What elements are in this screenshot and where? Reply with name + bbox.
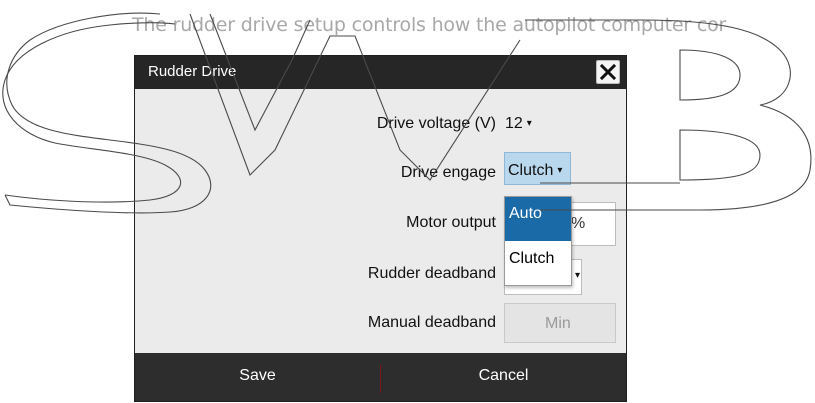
drive-engage-combo[interactable]: Clutch ▾	[504, 152, 571, 185]
drive-voltage-label: Drive voltage (V)	[376, 115, 496, 132]
close-button[interactable]	[596, 60, 620, 84]
cancel-button[interactable]: Cancel	[381, 353, 626, 401]
rudder-deadband-label: Rudder deadband	[367, 265, 496, 282]
save-button[interactable]: Save	[135, 353, 380, 401]
dialog-content: Drive voltage (V) 12 ▾ Drive engage Clutc…	[135, 89, 626, 353]
dialog-title: Rudder Drive	[148, 63, 237, 80]
drive-engage-label: Drive engage	[400, 164, 496, 181]
manual-deadband-label: Manual deadband	[367, 314, 496, 331]
dialog-footer: Save Cancel	[135, 353, 626, 401]
close-x-icon	[599, 63, 617, 81]
drive-voltage-combo[interactable]: 12 ▾	[505, 115, 532, 133]
caret-down-icon: ▾	[526, 118, 532, 130]
drive-voltage-value: 12	[505, 115, 523, 132]
dropdown-option-clutch[interactable]: Clutch	[505, 242, 571, 286]
manual-deadband-value: Min	[545, 315, 571, 332]
caret-down-icon: ▾	[557, 165, 563, 177]
drive-engage-dropdown: Auto Clutch	[504, 196, 572, 286]
manual-deadband-field[interactable]: Min	[504, 303, 616, 343]
dialog-titlebar: Rudder Drive	[135, 56, 626, 89]
caret-down-icon: ▾	[575, 270, 581, 282]
drive-engage-value: Clutch	[508, 162, 554, 179]
motor-output-label: Motor output	[406, 214, 496, 231]
rudder-drive-dialog: Rudder Drive Drive voltage (V) 12 ▾ Drive…	[134, 55, 627, 402]
manual-intro-text: The rudder drive setup controls how the …	[132, 14, 727, 36]
motor-output-unit: %	[571, 215, 586, 232]
dropdown-option-auto[interactable]: Auto	[505, 197, 571, 241]
